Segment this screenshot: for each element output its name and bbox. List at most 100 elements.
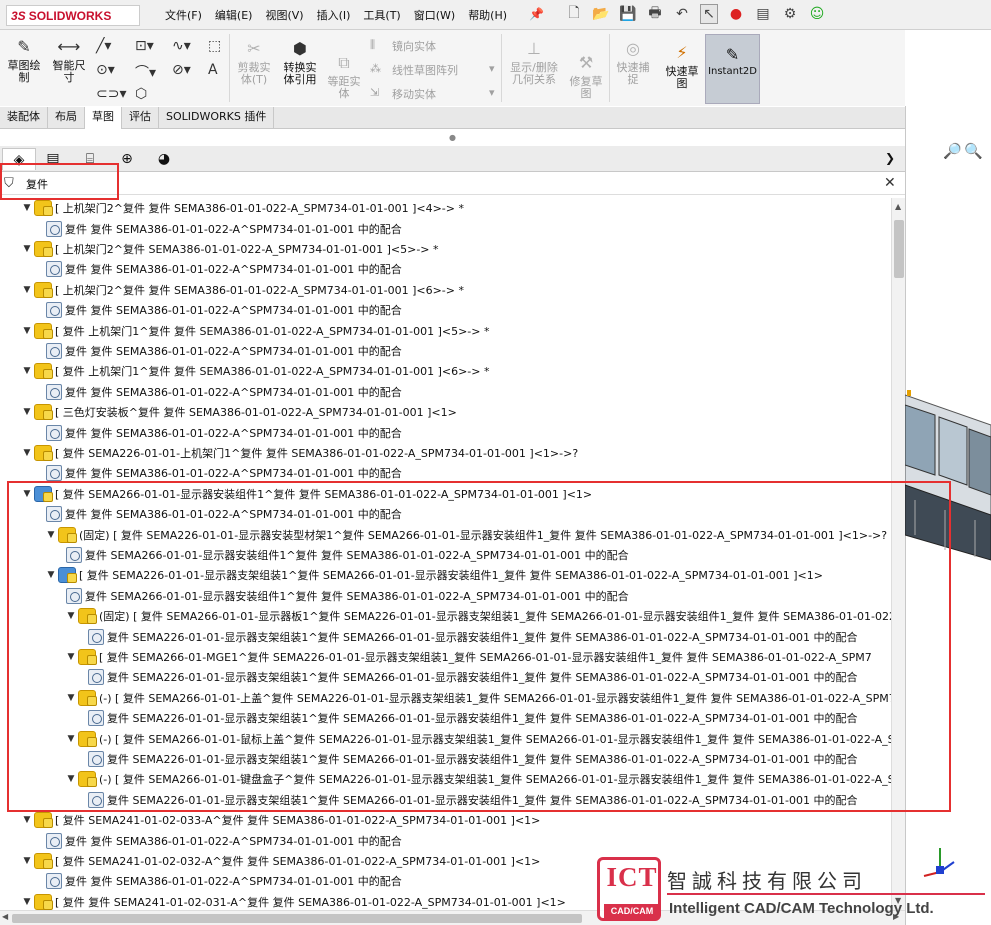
tab-layout[interactable]: 布局 <box>48 107 85 129</box>
tab-solidworks-addins[interactable]: SOLIDWORKS 插件 <box>159 107 275 129</box>
tree-row[interactable]: ▼ [ 复件 复件 SEMA241-01-02-031-A^复件 复件 SEMA3… <box>20 892 566 910</box>
tree-row-label: [ 复件 复件 SEMA241-01-02-031-A^复件 复件 SEMA38… <box>55 895 566 909</box>
expand-toggle-icon[interactable]: ▼ <box>20 244 34 254</box>
tab-evaluate[interactable]: 评估 <box>122 107 159 129</box>
smart-dimension-button[interactable]: ⟷ 智能尺 寸 <box>48 36 90 84</box>
clear-filter-icon[interactable]: ✕ <box>884 175 896 191</box>
menu-tools[interactable]: 工具(T) <box>363 7 400 23</box>
expand-toggle-icon[interactable]: ▼ <box>20 285 34 295</box>
convert-entities-icon: ⬢ <box>293 39 307 58</box>
tree-row-label: [ 三色灯安装板^复件 复件 SEMA386-01-01-022-A_SPM73… <box>55 406 457 420</box>
sketch-button[interactable]: ✎ 草图绘 制 <box>4 36 44 84</box>
tree-row[interactable]: 复件 复件 SEMA386-01-01-022-A^SPM734-01-01-0… <box>46 871 402 891</box>
menu-edit[interactable]: 编辑(E) <box>215 7 253 23</box>
expand-toggle-icon[interactable]: ▼ <box>20 203 34 213</box>
line-icon[interactable]: ╱▾ <box>96 38 111 54</box>
slot-icon[interactable]: ⊂⊃▾ <box>96 86 127 102</box>
chevron-right-icon[interactable]: ❯ <box>885 151 895 165</box>
panel-splitter[interactable]: ● <box>0 131 905 145</box>
tree-row[interactable]: 复件 复件 SEMA386-01-01-022-A^SPM734-01-01-0… <box>46 422 402 442</box>
quick-snaps-button[interactable]: ◎ 快速捕 捉 <box>613 38 653 86</box>
tree-row[interactable]: ▼ [ 上机架门2^复件 复件 SEMA386-01-01-022-A_SPM73… <box>20 198 464 218</box>
circle-icon[interactable]: ⊙▾ <box>96 62 115 78</box>
scroll-left-icon[interactable]: ◀ <box>2 912 8 921</box>
linear-pattern-label[interactable]: 线性草图阵列 <box>392 62 458 78</box>
tree-row[interactable]: 复件 复件 SEMA386-01-01-022-A^SPM734-01-01-0… <box>46 218 402 238</box>
dropdown-arrow-icon[interactable]: ▾ <box>489 86 495 99</box>
tree-row-label: [ 复件 SEMA241-01-02-032-A^复件 复件 SEMA386-0… <box>55 854 541 868</box>
tree-row[interactable]: 复件 复件 SEMA386-01-01-022-A^SPM734-01-01-0… <box>46 300 402 320</box>
convert-entities-button[interactable]: ⬢ 转换实 体引用 <box>278 38 322 86</box>
rectangle-icon[interactable]: ⊡▾ <box>135 38 154 54</box>
ict-logo-sub: CAD/CAM <box>604 904 660 918</box>
spline-icon[interactable]: ∿▾ <box>172 38 191 54</box>
menu-insert[interactable]: 插入(I) <box>317 7 351 23</box>
construction-icon[interactable]: ⬚ <box>208 38 221 54</box>
move-entities-label[interactable]: 移动实体 <box>392 86 436 102</box>
instant2d-button[interactable]: ✎ Instant2D <box>705 34 760 104</box>
trim-label: 剪裁实 体(T) <box>237 61 271 86</box>
arc-icon[interactable]: ⌒▾ <box>135 62 156 82</box>
file-properties-icon[interactable]: ▤ <box>754 4 772 24</box>
tree-row[interactable]: 复件 复件 SEMA386-01-01-022-A^SPM734-01-01-0… <box>46 259 402 279</box>
display-manager-icon[interactable]: ◕ <box>147 148 181 170</box>
tree-row[interactable]: 复件 复件 SEMA386-01-01-022-A^SPM734-01-01-0… <box>46 341 402 361</box>
expand-toggle-icon[interactable]: ▼ <box>20 407 34 417</box>
subassembly-icon <box>34 444 53 461</box>
repair-sketch-button[interactable]: ⚒ 修复草 图 <box>566 52 606 100</box>
tree-row[interactable]: ▼ [ 上机架门2^复件 SEMA386-01-01-022-A_SPM734-0… <box>20 239 439 259</box>
tree-row[interactable]: ▼ [ 复件 SEMA241-01-02-032-A^复件 复件 SEMA386-… <box>20 851 540 871</box>
scroll-up-icon[interactable]: ▲ <box>895 202 901 211</box>
zoom-to-fit-icon[interactable]: 🔎 <box>943 142 962 160</box>
mates-folder-icon <box>46 261 62 278</box>
scroll-thumb[interactable] <box>12 914 582 923</box>
menu-file[interactable]: 文件(F) <box>165 7 202 23</box>
select-arrow-icon[interactable]: ↖ <box>700 4 718 24</box>
solidworks-logo[interactable]: 3S SOLIDWORKS <box>6 5 140 26</box>
rapid-sketch-button[interactable]: ⚡ 快速草 图 <box>661 42 703 90</box>
polygon-icon[interactable]: ⬡ <box>135 86 147 102</box>
expand-toggle-icon[interactable]: ▼ <box>20 448 34 458</box>
tree-row[interactable]: ▼ [ 三色灯安装板^复件 复件 SEMA386-01-01-022-A_SPM7… <box>20 402 457 422</box>
ellipse-icon[interactable]: ⊘▾ <box>172 62 191 78</box>
mirror-entities-label[interactable]: 镜向实体 <box>392 38 436 54</box>
menu-window[interactable]: 窗口(W) <box>414 7 455 23</box>
trim-entities-button[interactable]: ✂ 剪裁实 体(T) <box>234 38 274 86</box>
user-icon[interactable]: ☺ <box>808 4 826 24</box>
menu-help[interactable]: 帮助(H) <box>468 7 507 23</box>
pin-menu-icon[interactable]: 📌 <box>529 7 544 21</box>
mates-folder-icon <box>46 873 62 890</box>
undo-icon[interactable]: ↶ <box>673 4 691 24</box>
tree-row[interactable]: ▼ [ 复件 上机架门1^复件 复件 SEMA386-01-01-022-A_SP… <box>20 320 490 340</box>
tab-assembly[interactable]: 装配体 <box>0 107 48 129</box>
tree-filter-input[interactable] <box>26 175 726 193</box>
tab-sketch[interactable]: 草图 <box>85 107 122 129</box>
expand-toggle-icon[interactable]: ▼ <box>20 815 34 825</box>
tree-row-label: [ 复件 SEMA241-01-02-033-A^复件 复件 SEMA386-0… <box>55 814 541 828</box>
display-delete-relations-button[interactable]: ⊥ 显示/删除 几何关系 <box>505 38 563 86</box>
expand-toggle-icon[interactable]: ▼ <box>20 856 34 866</box>
open-folder-icon[interactable]: 📂 <box>592 4 610 24</box>
expand-toggle-icon[interactable]: ▼ <box>20 326 34 336</box>
tree-row[interactable]: ▼ [ 上机架门2^复件 复件 SEMA386-01-01-022-A_SPM73… <box>20 280 464 300</box>
scroll-thumb[interactable] <box>894 220 904 278</box>
menu-view[interactable]: 视图(V) <box>265 7 303 23</box>
dropdown-arrow-icon[interactable]: ▾ <box>489 62 495 75</box>
tree-row[interactable]: 复件 复件 SEMA386-01-01-022-A^SPM734-01-01-0… <box>46 830 402 850</box>
expand-toggle-icon[interactable]: ▼ <box>20 897 34 907</box>
tree-row[interactable]: ▼ [ 复件 SEMA226-01-01-上机架门1^复件 复件 SEMA386-… <box>20 443 578 463</box>
expand-toggle-icon[interactable]: ▼ <box>20 366 34 376</box>
tree-row[interactable]: ▼ [ 复件 上机架门1^复件 复件 SEMA386-01-01-022-A_SP… <box>20 361 490 381</box>
zoom-to-area-icon[interactable]: 🔍 <box>964 142 983 160</box>
trim-icon: ✂ <box>247 39 261 58</box>
tree-row[interactable]: ▼ [ 复件 SEMA241-01-02-033-A^复件 复件 SEMA386-… <box>20 810 540 830</box>
save-icon[interactable]: 💾 <box>619 4 637 24</box>
traffic-light-icon[interactable]: ● <box>727 4 745 24</box>
tree-row-label: [ 上机架门2^复件 SEMA386-01-01-022-A_SPM734-01… <box>55 242 439 256</box>
tree-row[interactable]: 复件 复件 SEMA386-01-01-022-A^SPM734-01-01-0… <box>46 382 402 402</box>
print-icon[interactable]: 🖶 <box>646 4 664 24</box>
text-icon[interactable]: A <box>208 62 218 78</box>
offset-entities-button[interactable]: ⧉ 等距实 体 <box>324 52 364 100</box>
options-gear-icon[interactable]: ⚙ <box>781 4 799 24</box>
new-document-icon[interactable]: 🗋 <box>565 4 583 24</box>
